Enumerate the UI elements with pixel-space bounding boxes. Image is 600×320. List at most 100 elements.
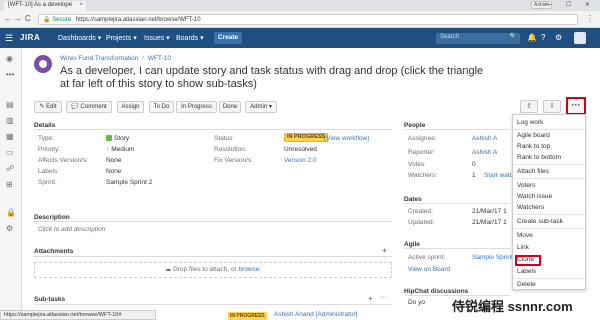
settings-icon[interactable]: ⚙ — [6, 224, 13, 233]
hipchat-text: Do yo — [408, 299, 425, 306]
done-button[interactable]: Done — [219, 101, 241, 113]
watermark: 侍锐编程 ssnnr.com — [452, 299, 573, 314]
window-controls[interactable]: — ☐ ✕ — [546, 1, 596, 8]
priority-arrow-icon: ↑ — [106, 146, 110, 153]
back-arrow-icon[interactable]: ← — [4, 14, 12, 23]
menu-item-rank-bottom[interactable]: Rank to bottom — [517, 154, 561, 161]
issues-icon[interactable]: ☍ — [6, 164, 14, 173]
nav-dashboards[interactable]: Dashboards ▾ — [58, 34, 101, 42]
project-sidebar: ◉ ••• ▤ ▥ ▦ ▭ ☍ ⊞ 🔒 ⚙ — [0, 48, 22, 320]
labels-value[interactable]: None — [106, 168, 122, 175]
people-heading[interactable]: People — [404, 122, 425, 129]
priority-label: Priority: — [38, 146, 61, 153]
app-switcher-icon[interactable]: ☰ — [5, 33, 13, 44]
description-placeholder[interactable]: Click to add description — [38, 226, 105, 233]
active-sprint-value[interactable]: Sample Sprint — [472, 254, 513, 261]
description-heading[interactable]: Description — [34, 214, 70, 221]
attachments-heading[interactable]: Attachments — [34, 248, 73, 255]
menu-item-watch-issue[interactable]: Watch issue — [517, 193, 552, 200]
releases-icon[interactable]: ▭ — [6, 148, 14, 157]
create-button[interactable]: Create — [214, 32, 242, 44]
backlog-icon[interactable]: ▤ — [6, 100, 14, 109]
menu-item-link[interactable]: Link — [517, 244, 529, 251]
subtask-assignee[interactable]: Ashish Anand [Administrator] — [274, 311, 357, 318]
affects-label: Affects Version/s: — [38, 157, 89, 164]
more-icon[interactable]: ••• — [6, 70, 14, 79]
nav-boards[interactable]: Boards ▾ — [176, 34, 204, 42]
jira-logo[interactable]: JIRA — [20, 33, 40, 42]
votes-label: Votes: — [408, 161, 427, 168]
more-actions-button[interactable]: ··· — [566, 97, 586, 115]
affects-value[interactable]: None — [106, 157, 122, 164]
user-avatar[interactable] — [574, 32, 586, 44]
labels-label: Labels: — [38, 168, 59, 175]
menu-item-agile-board[interactable]: Agile board — [517, 132, 550, 139]
attachment-dropzone[interactable]: ☁ Drop files to attach, or browse. — [34, 262, 392, 278]
reload-icon[interactable]: C — [25, 14, 31, 23]
in-progress-button[interactable]: In Progress — [176, 101, 217, 113]
reports-icon[interactable]: ▦ — [6, 132, 14, 141]
type-value: Story — [106, 135, 129, 142]
help-icon[interactable]: ? — [541, 33, 545, 42]
lock-icon[interactable]: 🔒 — [6, 208, 16, 217]
project-avatar[interactable] — [34, 55, 52, 73]
assignee-value[interactable]: Ashish A — [472, 135, 497, 142]
board-icon[interactable]: ▥ — [6, 116, 14, 125]
breadcrumb-issue-key[interactable]: WFT-10 — [148, 55, 171, 62]
nav-issues[interactable]: Issues ▾ — [144, 34, 170, 42]
menu-item-labels[interactable]: Labels — [517, 268, 536, 275]
view-on-board-link[interactable]: View on Board — [408, 266, 450, 273]
comment-button[interactable]: 💬 Comment — [66, 101, 112, 113]
view-workflow-link[interactable]: (View workflow) — [324, 135, 369, 142]
todo-button[interactable]: To Do — [149, 101, 174, 113]
menu-item-delete[interactable]: Delete — [517, 281, 536, 288]
breadcrumb-project[interactable]: Wires Fund Transformation — [60, 55, 138, 62]
search-placeholder: Search — [440, 34, 460, 40]
fix-version-label: Fix Version/s: — [214, 157, 254, 164]
menu-item-create-subtask[interactable]: Create sub-task — [517, 218, 563, 225]
assignee-label: Assignee: — [408, 135, 437, 142]
dates-heading[interactable]: Dates — [404, 196, 422, 203]
hipchat-heading[interactable]: HipChat discussions — [404, 288, 468, 295]
browser-menu-icon[interactable]: ⋮ — [586, 14, 594, 23]
menu-item-move[interactable]: Move — [517, 232, 533, 239]
created-value: 21/Mar/17 1 — [472, 208, 507, 215]
menu-item-watchers[interactable]: Watchers — [517, 204, 544, 211]
priority-text: Medium — [111, 146, 135, 153]
sprint-value[interactable]: Sample Sprint 2 — [106, 179, 152, 186]
clone-highlight — [515, 255, 541, 266]
assign-button[interactable]: Assign — [117, 101, 144, 113]
plus-icon[interactable]: + — [368, 294, 373, 303]
components-icon[interactable]: ⊞ — [6, 180, 13, 189]
browse-link[interactable]: browse. — [238, 266, 261, 273]
watchers-value[interactable]: 1 — [472, 172, 476, 179]
search-input[interactable]: Search 🔍 — [436, 33, 520, 44]
menu-item-voters[interactable]: Voters — [517, 182, 535, 189]
votes-value[interactable]: 0 — [472, 161, 476, 168]
browser-tab[interactable]: [WFT-10] As a develope × — [4, 1, 86, 11]
status-badge: IN PROGRESS — [284, 133, 329, 142]
share-icon[interactable]: ⇪ — [520, 100, 538, 113]
edit-button[interactable]: ✎ Edit — [34, 101, 62, 113]
gear-icon[interactable]: ⚙ — [555, 33, 562, 42]
subtasks-heading[interactable]: Sub-tasks — [34, 296, 65, 303]
nav-projects[interactable]: Projects ▾ — [106, 34, 137, 42]
details-heading[interactable]: Details — [34, 122, 55, 129]
forward-arrow-icon[interactable]: → — [14, 14, 22, 23]
project-icon[interactable]: ◉ — [6, 54, 13, 63]
more-icon[interactable]: ··· — [380, 294, 387, 301]
close-icon[interactable]: × — [79, 2, 83, 8]
reporter-value[interactable]: Ashish A — [472, 149, 497, 156]
url-input[interactable]: 🔒 Secure https://samplejira.atlassian.ne… — [38, 14, 578, 25]
export-icon[interactable]: ⇩ — [543, 100, 561, 113]
agile-heading[interactable]: Agile — [404, 241, 420, 248]
notifications-icon[interactable]: 🔔 — [527, 33, 537, 42]
menu-item-rank-top[interactable]: Rank to top — [517, 143, 550, 150]
menu-item-log-work[interactable]: Log work — [517, 119, 543, 126]
issue-title[interactable]: As a developer, I can update story and t… — [60, 65, 490, 91]
fix-version-value[interactable]: Version 2.0 — [284, 157, 317, 164]
menu-divider — [513, 164, 585, 165]
plus-icon[interactable]: + — [382, 246, 387, 255]
menu-item-attach-files[interactable]: Attach files — [517, 168, 549, 175]
admin-dropdown[interactable]: Admin ▾ — [245, 101, 277, 113]
